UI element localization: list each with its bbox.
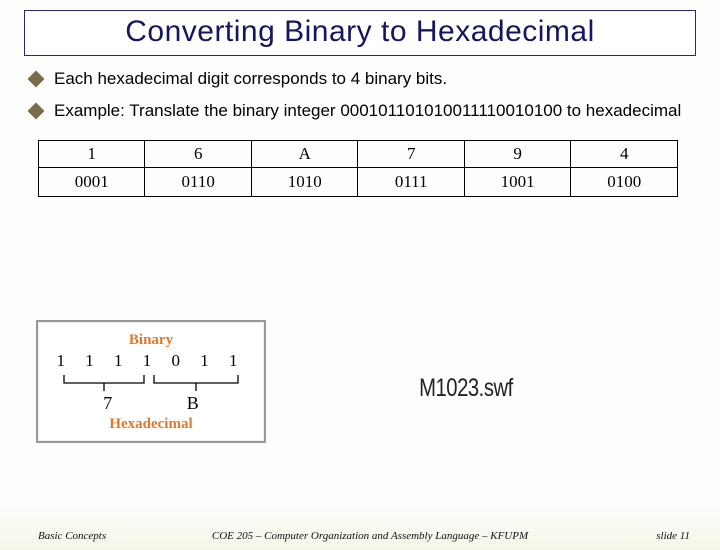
hex-cell: A <box>251 141 357 168</box>
binary-cell: 0100 <box>571 168 678 197</box>
binary-cell: 0110 <box>145 168 251 197</box>
grouping-brackets-icon <box>46 373 256 395</box>
diagram-hex-right: B <box>187 393 199 413</box>
binary-cell: 1010 <box>251 168 357 197</box>
embedded-media-placeholder: M1023.swf <box>419 373 513 403</box>
conversion-table: 1 6 A 7 9 4 0001 0110 1010 0111 1001 010… <box>38 140 678 197</box>
table-row: 1 6 A 7 9 4 <box>39 141 678 168</box>
bullet-icon <box>28 103 45 120</box>
table-row: 0001 0110 1010 0111 1001 0100 <box>39 168 678 197</box>
binary-hex-diagram: Binary 1 1 1 1 0 1 1 7 B Hexadecimal <box>36 320 266 443</box>
bullet-text: Example: Translate the binary integer 00… <box>54 100 681 122</box>
binary-cell: 0111 <box>358 168 464 197</box>
diagram-hex-digits: 7 B <box>46 393 256 414</box>
diagram-bits: 1 1 1 1 0 1 1 <box>46 351 256 371</box>
diagram-hex-label: Hexadecimal <box>46 416 256 433</box>
bullet-icon <box>28 71 45 88</box>
hex-cell: 7 <box>358 141 464 168</box>
footer-left: Basic Concepts <box>38 530 106 542</box>
hex-cell: 4 <box>571 141 678 168</box>
footer-center: COE 205 – Computer Organization and Asse… <box>190 530 550 542</box>
hex-cell: 9 <box>464 141 570 168</box>
slide-body: Each hexadecimal digit corresponds to 4 … <box>0 60 720 197</box>
hex-cell: 6 <box>145 141 251 168</box>
binary-cell: 1001 <box>464 168 570 197</box>
diagram-binary-label: Binary <box>46 332 256 349</box>
slide-title: Converting Binary to Hexadecimal <box>25 15 695 49</box>
bullet-item: Each hexadecimal digit corresponds to 4 … <box>30 68 690 90</box>
hex-cell: 1 <box>39 141 145 168</box>
diagram-hex-left: 7 <box>103 393 112 413</box>
bullet-item: Example: Translate the binary integer 00… <box>30 100 690 122</box>
bullet-text: Each hexadecimal digit corresponds to 4 … <box>54 68 447 90</box>
binary-cell: 0001 <box>39 168 145 197</box>
footer-right: slide 11 <box>656 530 690 542</box>
slide-title-box: Converting Binary to Hexadecimal <box>24 10 696 56</box>
